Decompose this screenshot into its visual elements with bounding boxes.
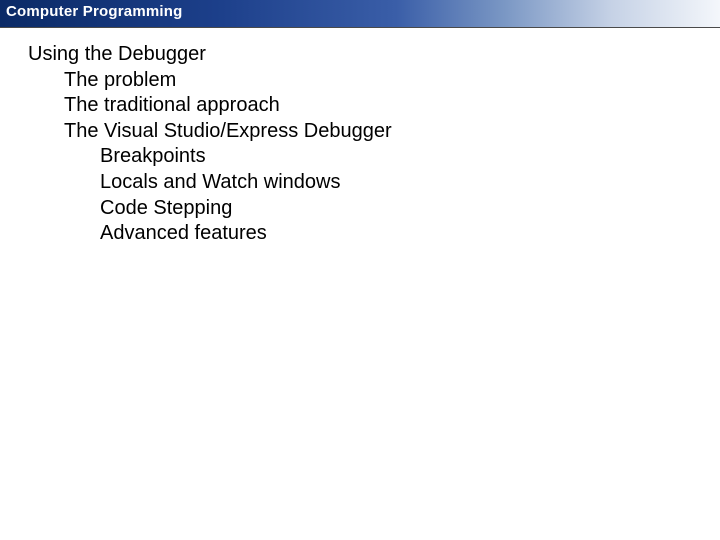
slide-title: Computer Programming bbox=[6, 3, 183, 20]
outline-item-l3: Breakpoints bbox=[100, 144, 720, 170]
outline-item-l3: Locals and Watch windows bbox=[100, 170, 720, 196]
outline-item-l1: Using the Debugger bbox=[28, 42, 720, 68]
outline-item-l2: The problem bbox=[64, 68, 720, 94]
slide-content: Using the Debugger The problem The tradi… bbox=[0, 28, 720, 247]
outline-item-l3: Code Stepping bbox=[100, 196, 720, 222]
outline-item-l3: Advanced features bbox=[100, 221, 720, 247]
outline-item-l2: The traditional approach bbox=[64, 93, 720, 119]
outline-item-l2: The Visual Studio/Express Debugger bbox=[64, 119, 720, 145]
title-bar: Computer Programming bbox=[0, 0, 720, 28]
slide: Computer Programming Using the Debugger … bbox=[0, 0, 720, 540]
